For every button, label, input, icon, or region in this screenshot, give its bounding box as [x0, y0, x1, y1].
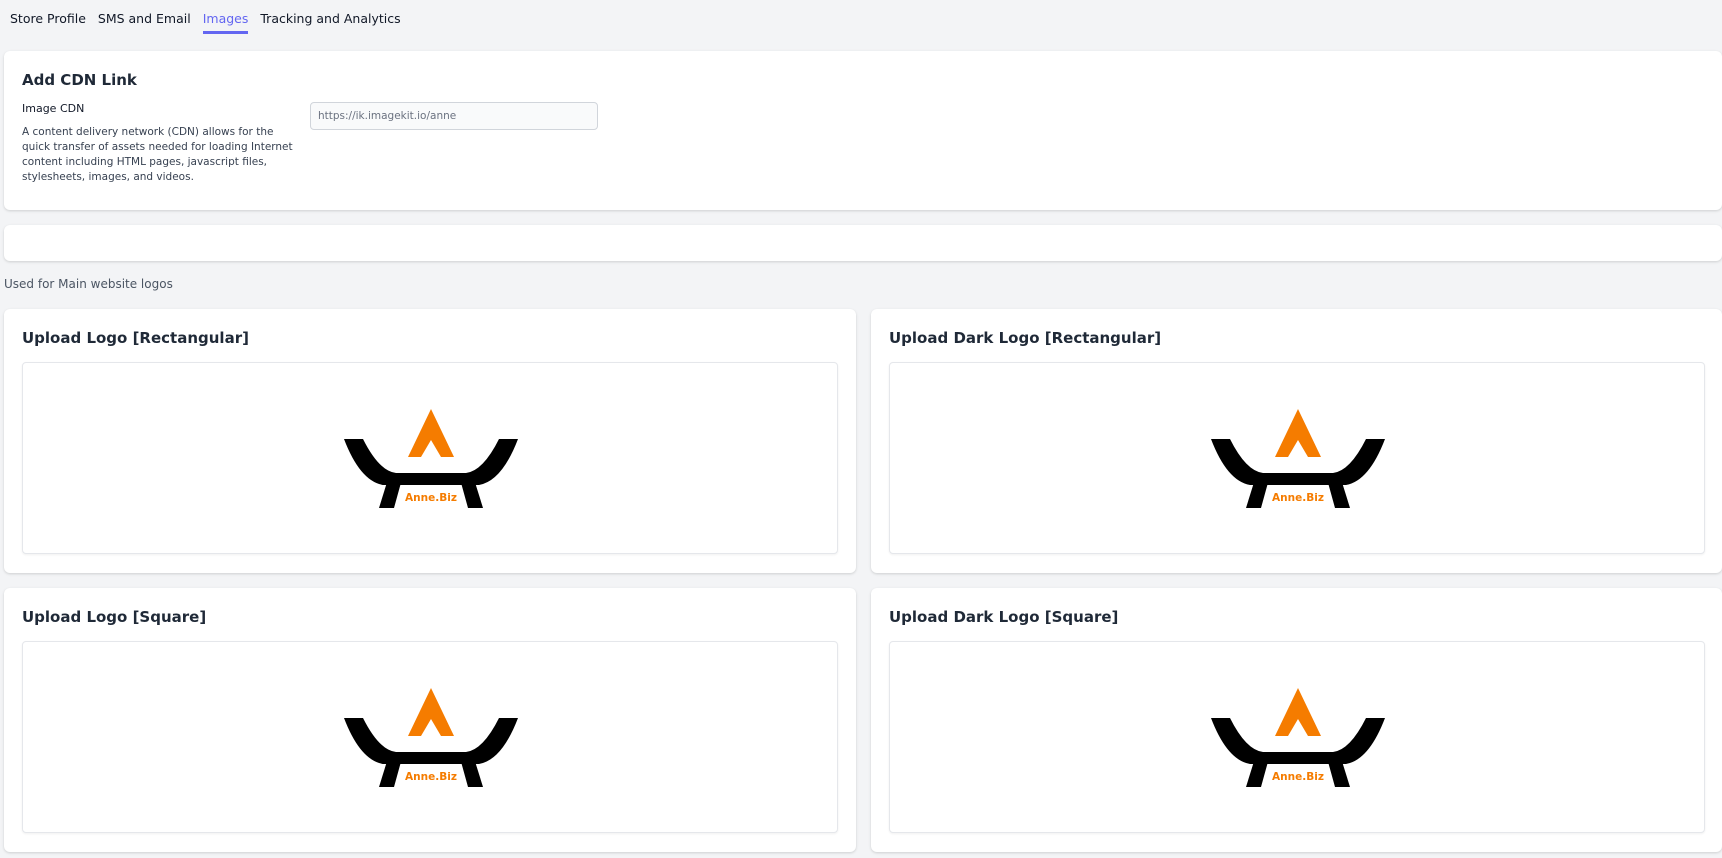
logo-wordmark: Anne.Biz	[1272, 771, 1324, 783]
anne-biz-logo-image: Anne.Biz	[344, 409, 518, 508]
tab-tracking-and-analytics[interactable]: Tracking and Analytics	[260, 0, 400, 31]
settings-tabs: Store Profile SMS and Email Images Track…	[0, 0, 413, 36]
image-cdn-input[interactable]	[310, 102, 598, 130]
card-title: Upload Dark Logo [Rectangular]	[889, 329, 1162, 347]
anne-biz-logo-image: Anne.Biz	[1211, 688, 1385, 787]
cdn-card: Add CDN Link Image CDN A content deliver…	[4, 51, 1722, 210]
upload-dark-logo-rectangular-card: Upload Dark Logo [Rectangular] Anne.Biz	[871, 309, 1722, 573]
image-cdn-label: Image CDN	[22, 102, 85, 115]
card-title: Upload Logo [Rectangular]	[22, 329, 249, 347]
tab-store-profile[interactable]: Store Profile	[10, 0, 86, 31]
cdn-card-title: Add CDN Link	[22, 71, 137, 89]
logo-upload-dropzone[interactable]: Anne.Biz	[889, 641, 1705, 833]
anne-biz-logo-image: Anne.Biz	[1211, 409, 1385, 508]
logo-wordmark: Anne.Biz	[1272, 492, 1324, 504]
empty-card	[4, 225, 1722, 261]
image-cdn-description: A content delivery network (CDN) allows …	[22, 126, 293, 183]
tab-sms-and-email[interactable]: SMS and Email	[98, 0, 191, 31]
tab-images[interactable]: Images	[202, 0, 249, 34]
logo-upload-dropzone[interactable]: Anne.Biz	[889, 362, 1705, 554]
logo-wordmark: Anne.Biz	[405, 771, 457, 783]
upload-logo-rectangular-card: Upload Logo [Rectangular] Anne.Biz	[4, 309, 856, 573]
card-title: Upload Dark Logo [Square]	[889, 608, 1119, 626]
logo-wordmark: Anne.Biz	[405, 492, 457, 504]
upload-logo-square-card: Upload Logo [Square] Anne.Biz	[4, 588, 856, 852]
logo-upload-dropzone[interactable]: Anne.Biz	[22, 362, 838, 554]
logo-upload-dropzone[interactable]: Anne.Biz	[22, 641, 838, 833]
anne-biz-logo-image: Anne.Biz	[344, 688, 518, 787]
section-note: Used for Main website logos	[4, 277, 173, 291]
upload-dark-logo-square-card: Upload Dark Logo [Square] Anne.Biz	[871, 588, 1722, 852]
card-title: Upload Logo [Square]	[22, 608, 207, 626]
